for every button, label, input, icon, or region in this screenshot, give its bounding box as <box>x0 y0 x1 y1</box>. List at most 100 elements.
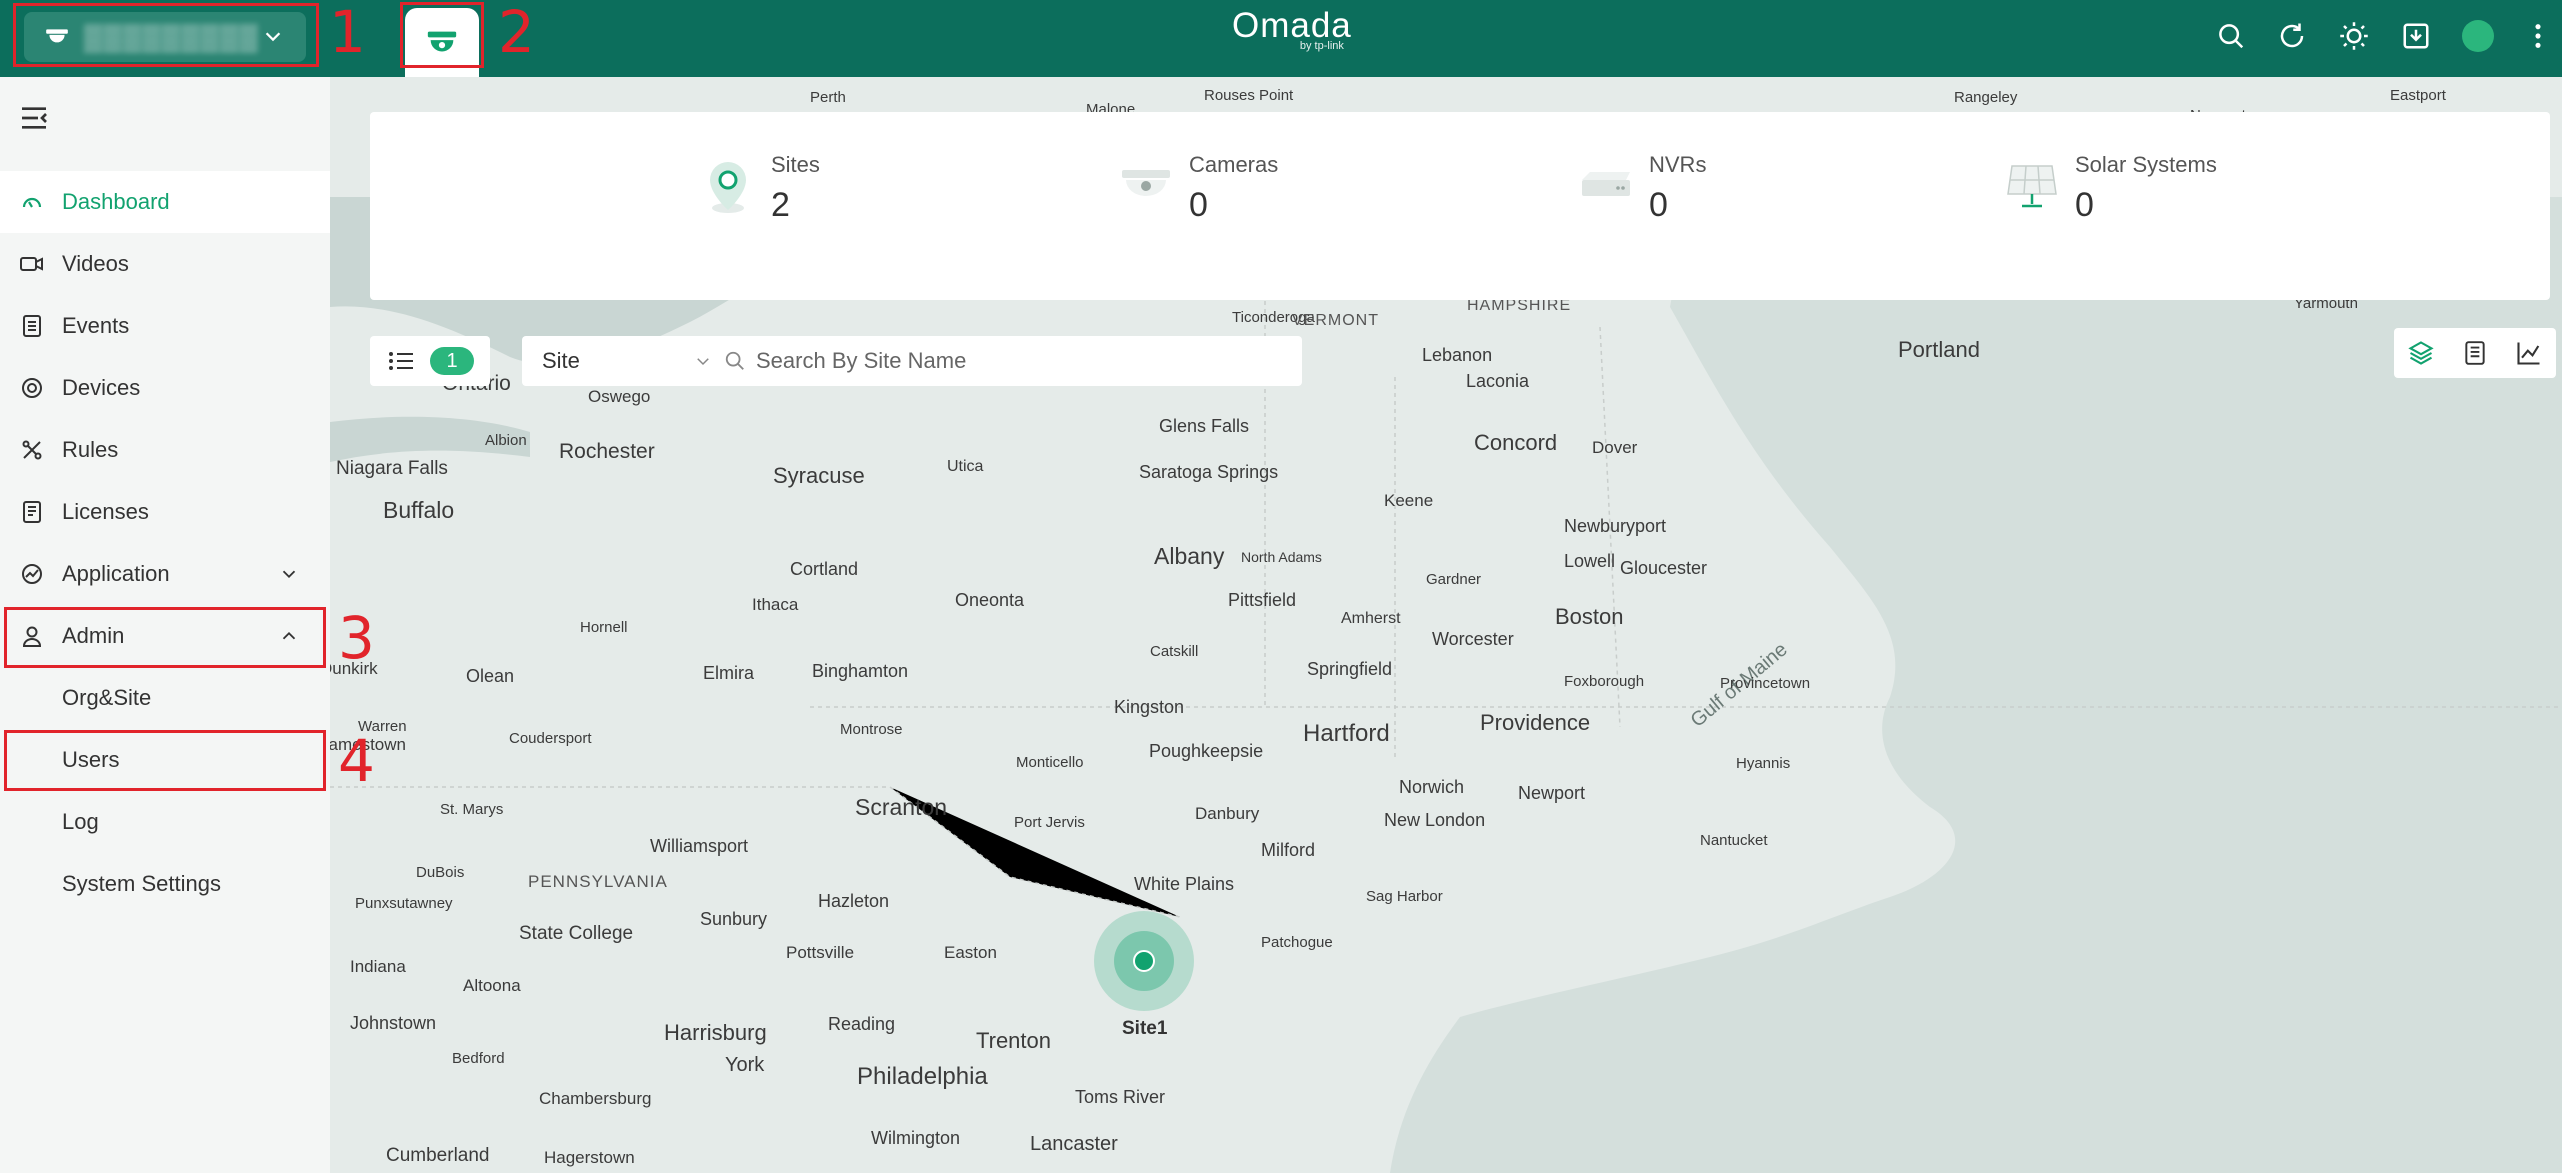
map-place-label: Catskill <box>1150 643 1199 660</box>
rules-icon <box>17 435 47 465</box>
map-place-label: St. Marys <box>440 801 504 818</box>
map-place-label: Hazleton <box>818 891 890 911</box>
map-place-label: Montrose <box>840 721 903 738</box>
chart-icon[interactable] <box>2515 339 2543 367</box>
devices-icon <box>17 373 47 403</box>
sidebar-item-rules[interactable]: Rules <box>0 419 330 481</box>
camera-icon <box>1118 158 1174 214</box>
site-marker-label: Site1 <box>1122 1018 1168 1039</box>
licenses-icon <box>17 497 47 527</box>
sidebar-item-label: Licenses <box>62 499 149 524</box>
map-place-label: Gloucester <box>1620 558 1708 578</box>
site-marker[interactable] <box>1094 911 1194 1011</box>
map-place-label: Dover <box>1592 438 1638 457</box>
map-place-label: Monticello <box>1016 754 1084 771</box>
stat-label: NVRs <box>1649 152 1707 177</box>
map-place-label: Norwich <box>1399 777 1465 797</box>
map-place-label: Lancaster <box>1030 1133 1118 1155</box>
sidebar-item-label: Events <box>62 313 130 338</box>
layers-icon[interactable] <box>2407 339 2435 367</box>
sidebar-item-label: Application <box>62 561 170 586</box>
sidebar-item-videos[interactable]: Videos <box>0 233 330 295</box>
solar-panel-icon <box>2004 158 2060 214</box>
map-place-label: Port Jervis <box>1014 814 1085 831</box>
map-place-label: Chambersburg <box>539 1089 652 1108</box>
stat-cameras[interactable]: Cameras 0 <box>1118 152 1278 225</box>
site-list-button[interactable]: 1 <box>370 336 490 386</box>
application-icon <box>17 559 47 589</box>
sidebar-item-devices[interactable]: Devices <box>0 357 330 419</box>
search-input[interactable] <box>754 347 1258 375</box>
map-place-label: Patchogue <box>1261 934 1333 951</box>
stat-solar-systems[interactable]: Solar Systems 0 <box>2004 152 2217 225</box>
map-place-label: North Adams <box>1241 549 1322 565</box>
sidebar-item-label: Videos <box>62 251 129 276</box>
chevron-down-icon <box>282 570 296 579</box>
map-place-label: Trenton <box>976 1028 1052 1053</box>
annotation-box-4 <box>4 730 326 791</box>
map-place-label: New London <box>1384 810 1486 830</box>
search-filter-select[interactable]: Site <box>522 336 722 386</box>
video-icon <box>17 249 47 279</box>
map-place-label: Hyannis <box>1736 755 1791 772</box>
map-place-label: Hartford <box>1303 720 1390 747</box>
map-place-label: Pittsfield <box>1228 590 1297 610</box>
map-place-label: Williamsport <box>650 836 749 856</box>
search-icon[interactable] <box>2211 16 2251 56</box>
refresh-icon[interactable] <box>2272 16 2312 56</box>
sidebar-subitem-log[interactable]: Log <box>0 791 330 853</box>
report-icon[interactable] <box>2462 339 2488 367</box>
map-place-label: Binghamton <box>812 661 909 681</box>
map-place-label: PENNSYLVANIA <box>528 872 668 891</box>
map-place-label: Newburyport <box>1564 516 1667 536</box>
theme-toggle-icon[interactable] <box>2334 16 2374 56</box>
sidebar-item-label: Rules <box>62 437 119 462</box>
sidebar-item-label: Log <box>62 809 99 834</box>
sidebar-item-events[interactable]: Events <box>0 295 330 357</box>
stat-sites[interactable]: Sites 2 <box>700 152 820 225</box>
map-place-label: Coudersport <box>509 730 592 747</box>
map-place-label: Keene <box>1384 491 1434 510</box>
nvr-icon <box>1578 158 1634 214</box>
map-place-label: Cumberland <box>386 1145 490 1166</box>
sidebar-item-label: Devices <box>62 375 141 400</box>
map-place-label: Albany <box>1154 543 1225 569</box>
map-place-label: Johnstown <box>350 1013 437 1033</box>
sidebar-subitem-org-site[interactable]: Org&Site <box>0 667 330 729</box>
stat-label: Sites <box>771 152 820 177</box>
map-place-label: Concord <box>1474 430 1558 455</box>
map-place-label: Glens Falls <box>1159 416 1250 436</box>
annotation-number-2: 2 <box>498 0 535 66</box>
map-place-label: Philadelphia <box>857 1063 988 1090</box>
sidebar-subitem-system-settings[interactable]: System Settings <box>0 853 330 915</box>
annotation-box-3 <box>4 607 326 668</box>
map-place-label: Olean <box>466 666 515 686</box>
sidebar-item-licenses[interactable]: Licenses <box>0 481 330 543</box>
more-menu-icon[interactable] <box>2518 16 2558 56</box>
map-place-label: Newport <box>1518 783 1586 803</box>
annotation-box-2 <box>400 2 484 68</box>
map-place-label: Syracuse <box>773 463 865 488</box>
stat-label: Cameras <box>1189 152 1279 177</box>
download-icon[interactable] <box>2396 16 2436 56</box>
map-place-label: Buffalo <box>383 497 455 523</box>
sidebar-collapse-icon[interactable] <box>18 102 50 134</box>
stat-value: 2 <box>771 186 790 224</box>
sidebar-item-application[interactable]: Application <box>0 543 330 605</box>
map-place-label: Worcester <box>1432 629 1514 649</box>
map-place-label: Punxsutawney <box>355 895 453 912</box>
map-place-label: VERMONT <box>1292 312 1379 329</box>
map-place-label: York <box>725 1054 765 1076</box>
annotation-number-3: 3 <box>338 604 375 672</box>
sidebar-item-dashboard[interactable]: Dashboard <box>0 171 330 233</box>
user-avatar[interactable] <box>2458 16 2498 56</box>
map-place-label: Oneonta <box>955 590 1025 610</box>
map-place-label: Albion <box>485 432 527 449</box>
map-place-label: Springfield <box>1307 659 1393 679</box>
map-place-label: Amherst <box>1341 610 1401 627</box>
map-place-label: Lowell <box>1564 551 1616 571</box>
stat-nvrs[interactable]: NVRs 0 <box>1578 152 1706 225</box>
stat-value: 0 <box>2075 186 2094 224</box>
map-place-label: Poughkeepsie <box>1149 741 1264 761</box>
map-place-label: Danbury <box>1195 804 1260 823</box>
